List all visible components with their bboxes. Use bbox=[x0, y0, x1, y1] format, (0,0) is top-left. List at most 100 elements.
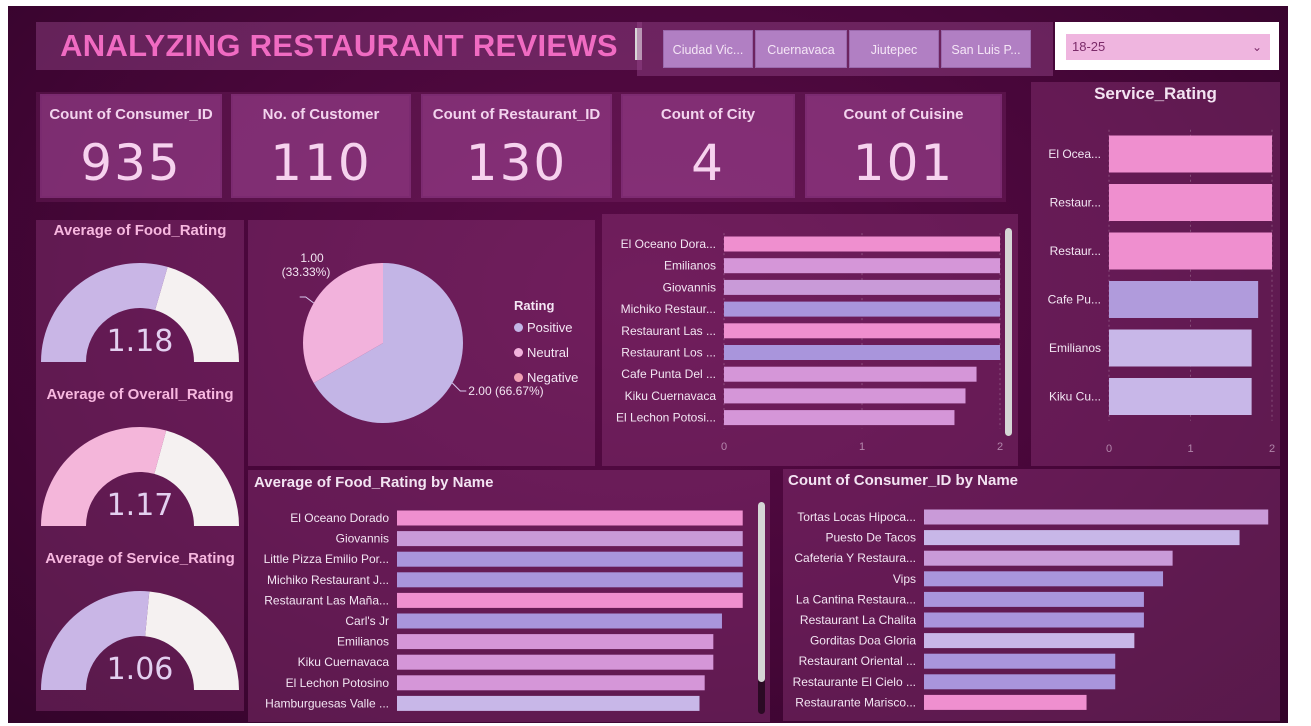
pie-leader-line bbox=[451, 382, 467, 392]
bar[interactable] bbox=[397, 654, 714, 670]
bar[interactable] bbox=[924, 591, 1144, 607]
bar-category-label: Cafe Punta Del ... bbox=[621, 367, 716, 381]
bar-category-label: Emilianos bbox=[664, 259, 716, 273]
bar-category-label: Kiku Cuernavaca bbox=[625, 389, 717, 403]
kpi-value: 101 bbox=[852, 134, 955, 192]
bar[interactable] bbox=[1109, 135, 1272, 173]
chevron-down-icon[interactable]: ⌄ bbox=[1252, 34, 1262, 60]
city-slicer-item[interactable]: Cuernavaca bbox=[755, 30, 847, 68]
bar[interactable] bbox=[724, 301, 1000, 317]
bar[interactable] bbox=[397, 634, 714, 650]
bar[interactable] bbox=[1109, 232, 1272, 270]
bar[interactable] bbox=[924, 530, 1240, 546]
legend-item-negative[interactable]: Negative bbox=[514, 370, 578, 385]
bar[interactable] bbox=[924, 694, 1087, 710]
bar-category-label: Little Pizza Emilio Por... bbox=[264, 552, 389, 566]
top-bars-scrollbar[interactable] bbox=[1005, 228, 1012, 436]
kpi-card-consumer-count: Count of Consumer_ID 935 bbox=[40, 94, 222, 198]
gauge-value-service: 1.06 bbox=[106, 652, 174, 687]
bar[interactable] bbox=[397, 695, 700, 711]
bar[interactable] bbox=[724, 258, 1000, 274]
kpi-label: No. of Customer bbox=[262, 106, 380, 123]
bar[interactable] bbox=[397, 572, 743, 588]
gauge-title-food: Average of Food_Rating bbox=[53, 222, 227, 239]
pie-legend-title: Rating bbox=[514, 298, 555, 313]
gauges-panel: Average of Food_Rating 1.18 Average of O… bbox=[36, 220, 244, 711]
bar[interactable] bbox=[924, 509, 1269, 525]
kpi-value: 935 bbox=[80, 134, 182, 192]
bar[interactable] bbox=[724, 236, 1000, 252]
bar-category-label: Restaurante Marisco... bbox=[795, 695, 916, 709]
bar[interactable] bbox=[397, 675, 705, 691]
bar[interactable] bbox=[397, 592, 743, 608]
city-slicer-item[interactable]: Jiutepec bbox=[849, 30, 939, 68]
gauge-title-service: Average of Service_Rating bbox=[45, 550, 235, 567]
bar-category-label: La Cantina Restaura... bbox=[796, 592, 916, 606]
service-rating-chart: 0 1 2 El Ocea... Restaur... Restaur... Cafe Pu… bbox=[1048, 129, 1275, 455]
kpi-value: 110 bbox=[270, 134, 372, 192]
food-by-name-scrollbar[interactable] bbox=[758, 502, 765, 714]
bar-category-label: Cafeteria Y Restaura... bbox=[794, 551, 916, 565]
bar[interactable] bbox=[397, 510, 743, 526]
bar[interactable] bbox=[924, 612, 1144, 628]
bar[interactable] bbox=[924, 674, 1116, 690]
bar[interactable] bbox=[924, 571, 1164, 587]
bar[interactable] bbox=[724, 323, 1000, 339]
bar-category-label: Emilianos bbox=[1049, 341, 1101, 355]
bar[interactable] bbox=[724, 345, 1000, 360]
top-bar-chart: 0 1 2 El Oceano Dora... Emilianos Giovannis Mi… bbox=[616, 233, 1003, 453]
bar[interactable] bbox=[724, 388, 966, 404]
food-by-name-chart: El Oceano Dorado Giovannis Little Pizza Em… bbox=[264, 510, 743, 711]
bar[interactable] bbox=[924, 550, 1173, 566]
gauge-title-overall: Average of Overall_Rating bbox=[46, 386, 234, 403]
pie-label: (33.33%) bbox=[282, 265, 331, 279]
bar-category-label: Restaurante El Cielo ... bbox=[793, 675, 916, 689]
legend-item-neutral[interactable]: Neutral bbox=[514, 345, 569, 360]
legend-label: Neutral bbox=[527, 345, 569, 360]
bar[interactable] bbox=[397, 551, 743, 567]
legend-dot bbox=[514, 348, 523, 357]
kpi-label: Count of Restaurant_ID bbox=[432, 106, 601, 123]
age-dropdown-value: 18-25 bbox=[1072, 39, 1106, 54]
pie-panel: 2.00 (66.67%) 1.00 (33.33%) Rating Positiv… bbox=[248, 220, 595, 466]
top-bars-panel: 0 1 2 El Oceano Dora... Emilianos Giovannis Mi… bbox=[602, 214, 1018, 466]
kpi-label: Count of Consumer_ID bbox=[49, 106, 213, 123]
food-by-name-panel: Average of Food_Rating by Name El Oceano… bbox=[248, 470, 770, 722]
bar[interactable] bbox=[1109, 281, 1259, 318]
bar[interactable] bbox=[724, 279, 1000, 295]
pie-leader-line bbox=[299, 296, 315, 304]
bar[interactable] bbox=[1109, 329, 1252, 367]
service-rating-panel: Service_Rating 0 1 2 El Ocea... Restaur... Re… bbox=[1031, 82, 1280, 466]
bar[interactable] bbox=[724, 410, 955, 426]
pie-chart: 2.00 (66.67%) 1.00(33.33%) bbox=[282, 251, 544, 423]
bar[interactable] bbox=[924, 653, 1116, 669]
kpi-card-restaurant-count: Count of Restaurant_ID 130 bbox=[421, 94, 612, 198]
bar-category-label: Giovannis bbox=[663, 280, 716, 294]
bar[interactable] bbox=[1109, 378, 1252, 415]
kpi-card-customer-count: No. of Customer 110 bbox=[231, 94, 411, 198]
x-tick-label: 0 bbox=[1106, 443, 1112, 455]
gauge-value-overall: 1.17 bbox=[106, 488, 174, 523]
bar[interactable] bbox=[397, 531, 743, 547]
bar[interactable] bbox=[397, 613, 722, 629]
bar[interactable] bbox=[724, 366, 977, 382]
bar-category-label: Carl's Jr bbox=[345, 614, 389, 628]
bar-category-label: Michiko Restaurant J... bbox=[267, 573, 389, 587]
city-slicer-item[interactable]: Ciudad Vic... bbox=[663, 30, 753, 68]
bar[interactable] bbox=[924, 633, 1135, 649]
bar-category-label: Emilianos bbox=[337, 635, 389, 649]
scroll-thumb[interactable] bbox=[758, 502, 765, 682]
pie-label: 1.00 bbox=[300, 251, 324, 265]
page-title: ANALYZING RESTAURANT REVIEWS bbox=[60, 28, 618, 63]
bar-category-label: Vips bbox=[893, 572, 916, 586]
scroll-thumb[interactable] bbox=[1005, 228, 1012, 436]
legend-item-positive[interactable]: Positive bbox=[514, 320, 573, 335]
city-slicer-item[interactable]: San Luis P... bbox=[941, 30, 1031, 68]
bar-category-label: Puesto De Tacos bbox=[826, 531, 917, 545]
x-tick-label: 1 bbox=[859, 441, 865, 453]
x-tick-label: 0 bbox=[721, 441, 727, 453]
bar[interactable] bbox=[1109, 184, 1272, 221]
pie-label: 2.00 (66.67%) bbox=[468, 384, 543, 398]
age-dropdown[interactable]: 18-25 ⌄ bbox=[1066, 34, 1270, 60]
bar-category-label: El Lechon Potosino bbox=[286, 676, 390, 690]
